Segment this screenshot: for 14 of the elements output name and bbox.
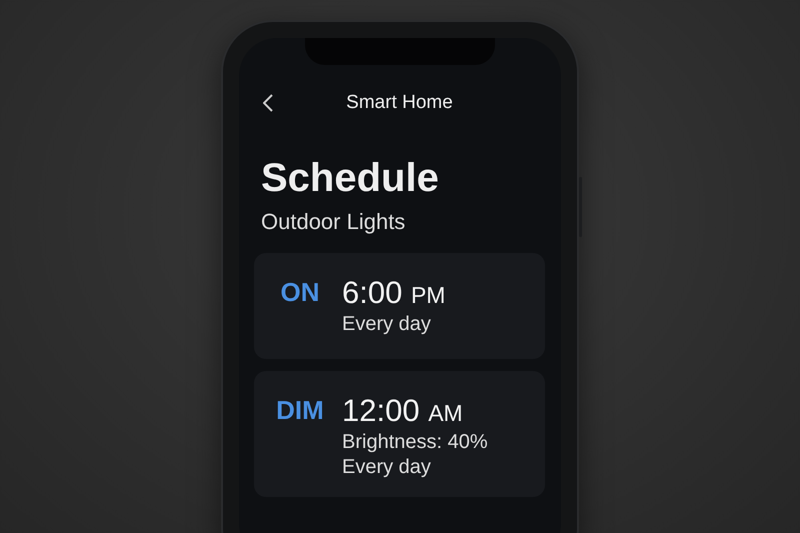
- schedule-detail: Every day: [342, 456, 432, 479]
- schedule-action: DIM: [275, 395, 325, 427]
- schedule-time: 12:00 AM: [342, 393, 464, 429]
- page-subtitle: Outdoor Lights: [261, 209, 406, 235]
- schedule-card[interactable]: DIM 12:00 AM Brightness: 40% Every day: [254, 371, 545, 497]
- header-title: Smart Home: [346, 92, 453, 114]
- back-button[interactable]: [261, 92, 275, 114]
- schedule-detail: Every day: [342, 313, 432, 336]
- schedule-card[interactable]: ON 6:00 PM Every day: [254, 253, 545, 359]
- page-heading: Schedule: [261, 156, 440, 201]
- schedule-action: ON: [280, 277, 320, 309]
- schedule-time: 6:00 PM: [342, 275, 446, 311]
- back-icon: [263, 94, 273, 112]
- schedule-detail: Brightness: 40%: [342, 431, 488, 454]
